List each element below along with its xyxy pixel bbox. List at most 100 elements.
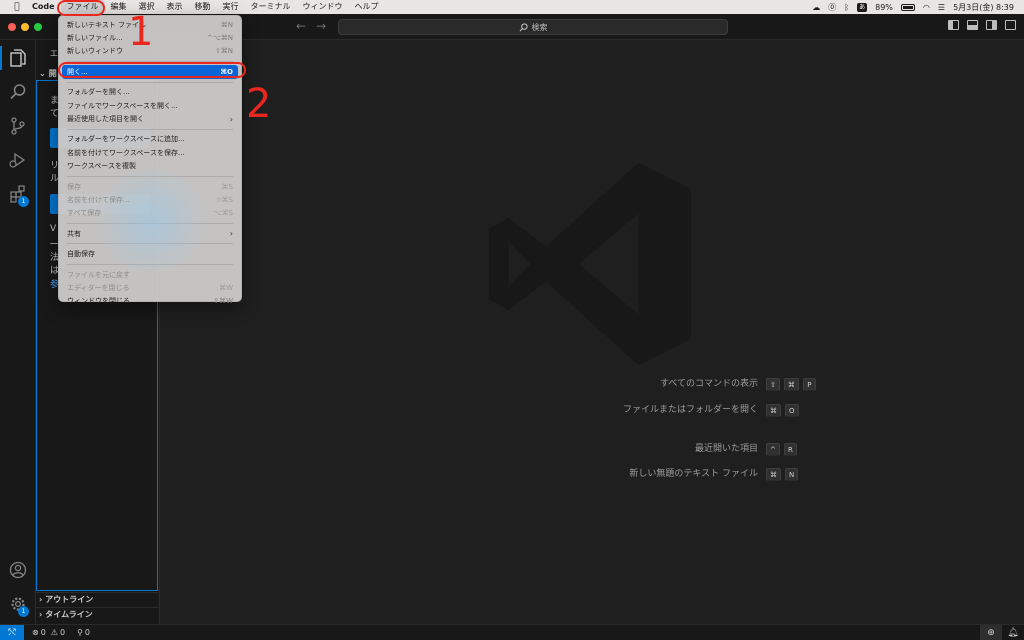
keybinding: ⌘ N	[766, 468, 820, 481]
welcome-text-line: V	[50, 224, 57, 234]
file-menu-item[interactable]: フォルダーをワークスペースに追加...	[59, 133, 241, 146]
ports-indicator[interactable]: ⚲ 0	[77, 628, 90, 637]
outline-section-header[interactable]: › アウトライン	[36, 592, 160, 606]
menu-item-label: 名前を付けて保存...	[67, 195, 130, 204]
file-menu-item[interactable]: ウィンドウを閉じる ⇧⌘W	[59, 295, 241, 308]
cloud-icon[interactable]: ☁	[812, 3, 820, 12]
file-menu-item[interactable]: 自動保存	[59, 247, 241, 260]
timeline-section-header[interactable]: › タイムライン	[36, 607, 160, 621]
wifi-icon[interactable]: ◠	[923, 3, 930, 12]
shortcut-new-untitled-file[interactable]: 新しい無題のテキスト ファイル ⌘ N	[608, 468, 820, 481]
file-menu-item: すべて保存 ⌥⌘S	[59, 207, 241, 220]
menu-item-label: 名前を付けてワークスペースを保存...	[67, 148, 185, 157]
menu-item-label: 共有	[67, 229, 81, 238]
menu-separator	[67, 243, 233, 245]
menu-separator	[67, 175, 233, 177]
onepassword-icon[interactable]: ⓪	[828, 2, 836, 13]
menu-item-shortcut: ⌘N	[220, 20, 233, 29]
menu-item-shortcut: ⇧⌘W	[213, 297, 233, 306]
macos-menu-bar:  Code ファイル 編集 選択 表示 移動 実行 ターミナル ウィンドウ ヘ…	[0, 0, 1024, 14]
shortcut-open-recent[interactable]: 最近開いた項目 ^ R	[608, 443, 820, 456]
manage-badge: 1	[18, 606, 29, 617]
file-menu-item[interactable]: ファイルでワークスペースを開く...	[59, 99, 241, 112]
source-control-icon[interactable]	[0, 110, 36, 142]
menu-item-shortcut: ⇧⌘N	[214, 47, 233, 56]
timeline-label: タイムライン	[45, 610, 93, 619]
menu-help[interactable]: ヘルプ	[349, 0, 385, 14]
run-and-debug-icon[interactable]	[0, 144, 36, 176]
file-menu-item[interactable]: 共有 ›	[59, 227, 241, 240]
sidebar-title: エ	[50, 49, 58, 58]
battery-percent[interactable]: 89%	[875, 3, 893, 12]
customize-layout-icon[interactable]	[1005, 20, 1016, 30]
activity-bar: 1 1	[0, 40, 36, 624]
clock[interactable]: 5月3日(金) 8:39	[953, 2, 1014, 13]
key: ⇧	[766, 378, 780, 391]
menu-go[interactable]: 移動	[189, 0, 217, 14]
zoom-window-button[interactable]	[34, 23, 42, 31]
error-count: 0	[40, 628, 46, 637]
command-center-label: 検索	[531, 22, 548, 32]
zoom-icon[interactable]: ⊕	[980, 624, 1002, 640]
menu-item-shortcut: ⌘S	[221, 182, 233, 191]
menu-app-code[interactable]: Code	[26, 0, 61, 14]
battery-icon[interactable]	[900, 3, 915, 11]
menu-separator	[67, 128, 233, 130]
keybinding: ⌘ O	[766, 404, 820, 417]
close-window-button[interactable]	[8, 23, 16, 31]
menu-window[interactable]: ウィンドウ	[297, 0, 349, 14]
minimize-window-button[interactable]	[21, 23, 29, 31]
file-menu-item[interactable]: 最近使用した項目を開く ›	[59, 112, 241, 125]
bluetooth-icon[interactable]: ᛒ	[844, 3, 849, 12]
key: ^	[766, 443, 780, 456]
control-center-icon[interactable]: ☰	[938, 3, 945, 12]
extensions-badge: 1	[18, 196, 29, 207]
shortcut-label: 新しい無題のテキスト ファイル	[629, 469, 758, 479]
key: ⌘	[766, 404, 781, 417]
file-menu-item[interactable]: フォルダーを開く...	[59, 86, 241, 99]
menu-terminal[interactable]: ターミナル	[245, 0, 297, 14]
command-center-search[interactable]: 検索	[338, 19, 728, 35]
search-icon	[519, 22, 528, 31]
apple-icon[interactable]: 	[8, 2, 26, 12]
menu-item-shortcut: ⌥⌘S	[213, 209, 233, 218]
menu-item-label: 自動保存	[67, 250, 95, 259]
input-method-icon[interactable]: あ	[857, 2, 868, 12]
error-icon: ⊗	[32, 628, 39, 637]
forward-arrow-icon[interactable]: →	[316, 19, 326, 33]
menu-extras: ☁ ⓪ ᛒ あ 89% ◠ ☰ 5月3日(金) 8:39	[812, 2, 1024, 13]
accounts-icon[interactable]	[0, 554, 36, 586]
toggle-panel-icon[interactable]	[967, 20, 978, 30]
back-arrow-icon[interactable]: ←	[296, 19, 306, 33]
toggle-secondary-sidebar-icon[interactable]	[986, 20, 997, 30]
notifications-bell-icon[interactable]: 🔔︎	[1002, 625, 1024, 640]
section-label: 開	[48, 68, 57, 78]
editor-area: すべてのコマンドの表示 ⇧ ⌘ P ファイルまたはフォルダーを開く ⌘ O 最近…	[160, 40, 1024, 624]
menu-run[interactable]: 実行	[217, 0, 245, 14]
file-menu-item: 保存 ⌘S	[59, 180, 241, 193]
file-menu-item[interactable]: 名前を付けてワークスペースを保存...	[59, 146, 241, 159]
file-menu-item: エディターを閉じる ⌘W	[59, 281, 241, 294]
menu-item-shortcut: ⇧⌘S	[215, 195, 233, 204]
shortcut-show-all-commands[interactable]: すべてのコマンドの表示 ⇧ ⌘ P	[608, 378, 820, 391]
menu-item-label: ファイルでワークスペースを開く...	[67, 101, 178, 110]
menu-item-label: フォルダーを開く...	[67, 88, 130, 97]
menu-view[interactable]: 表示	[161, 0, 189, 14]
chevron-right-icon: ›	[39, 610, 43, 619]
menu-item-label: ウィンドウを閉じる	[67, 297, 130, 306]
navigation-arrows: ← →	[296, 19, 326, 33]
remote-indicator-icon[interactable]: ⤲	[0, 624, 24, 640]
file-menu-dropdown: 新しいテキスト ファイル ⌘N 新しいファイル... ^⌥⌘N 新しいウィンドウ ⇧⌘N 開…	[58, 15, 242, 305]
chevron-right-icon: ›	[229, 229, 233, 239]
file-menu-item[interactable]: ワークスペースを複製	[59, 160, 241, 173]
manage-gear-icon[interactable]: 1	[0, 588, 36, 620]
problems-indicator[interactable]: ⊗ 0 ⚠ 0	[32, 628, 65, 637]
explorer-icon[interactable]	[0, 42, 36, 74]
vscode-logo-watermark	[488, 162, 692, 366]
toggle-primary-sidebar-icon[interactable]	[948, 20, 959, 30]
extensions-icon[interactable]: 1	[0, 178, 36, 210]
search-icon[interactable]	[0, 76, 36, 108]
chevron-down-icon: ⌄	[39, 68, 46, 78]
key: P	[802, 378, 816, 391]
shortcut-open-file-or-folder[interactable]: ファイルまたはフォルダーを開く ⌘ O	[608, 404, 820, 417]
